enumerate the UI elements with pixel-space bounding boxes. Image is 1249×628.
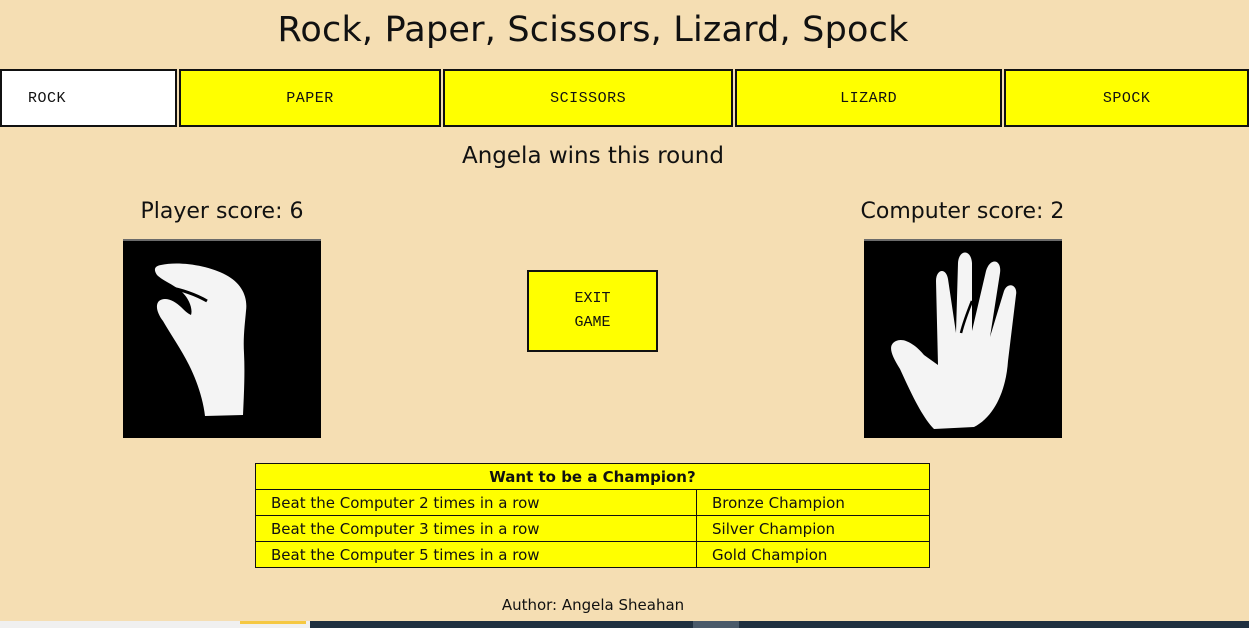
exit-game-button[interactable]: EXIT GAME (527, 270, 658, 352)
computer-score: Computer score: 2 (860, 199, 1065, 224)
exit-label-line1: EXIT (574, 290, 611, 307)
game-page: Rock, Paper, Scissors, Lizard, Spock ROC… (0, 0, 1249, 628)
computer-hand-image (864, 239, 1062, 438)
choice-rock-button[interactable]: ROCK (0, 69, 177, 127)
table-row: Beat the Computer 2 times in a row Bronz… (255, 489, 930, 516)
champion-table-header: Want to be a Champion? (255, 463, 930, 490)
challenge-cell: Beat the Computer 2 times in a row (255, 489, 697, 516)
challenge-cell: Beat the Computer 5 times in a row (255, 541, 697, 568)
choice-bar: ROCK PAPER SCISSORS LIZARD SPOCK (0, 69, 1249, 127)
player-hand-image (123, 239, 321, 438)
table-row: Beat the Computer 5 times in a row Gold … (255, 541, 930, 568)
taskbar-folder-icon[interactable] (240, 621, 306, 624)
challenge-cell: Beat the Computer 3 times in a row (255, 515, 697, 542)
choice-paper-button[interactable]: PAPER (178, 69, 442, 127)
page-title: Rock, Paper, Scissors, Lizard, Spock (277, 10, 909, 50)
player-score: Player score: 6 (140, 199, 304, 224)
table-header-row: Want to be a Champion? (255, 463, 930, 490)
spock-hand-icon (864, 241, 1062, 438)
lizard-hand-icon (123, 241, 321, 438)
os-taskbar (0, 621, 1249, 628)
exit-label-line2: GAME (574, 314, 611, 331)
choice-lizard-button[interactable]: LIZARD (734, 69, 1003, 127)
award-cell: Silver Champion (696, 515, 930, 542)
round-result-text: Angela wins this round (462, 143, 724, 169)
choice-spock-button[interactable]: SPOCK (1004, 69, 1249, 127)
choice-scissors-button[interactable]: SCISSORS (443, 69, 733, 127)
champion-table: Want to be a Champion? Beat the Computer… (255, 463, 930, 568)
award-cell: Bronze Champion (696, 489, 930, 516)
taskbar-active-app[interactable] (693, 621, 739, 628)
author-credit: Author: Angela Sheahan (501, 596, 685, 614)
award-cell: Gold Champion (696, 541, 930, 568)
table-row: Beat the Computer 3 times in a row Silve… (255, 515, 930, 542)
